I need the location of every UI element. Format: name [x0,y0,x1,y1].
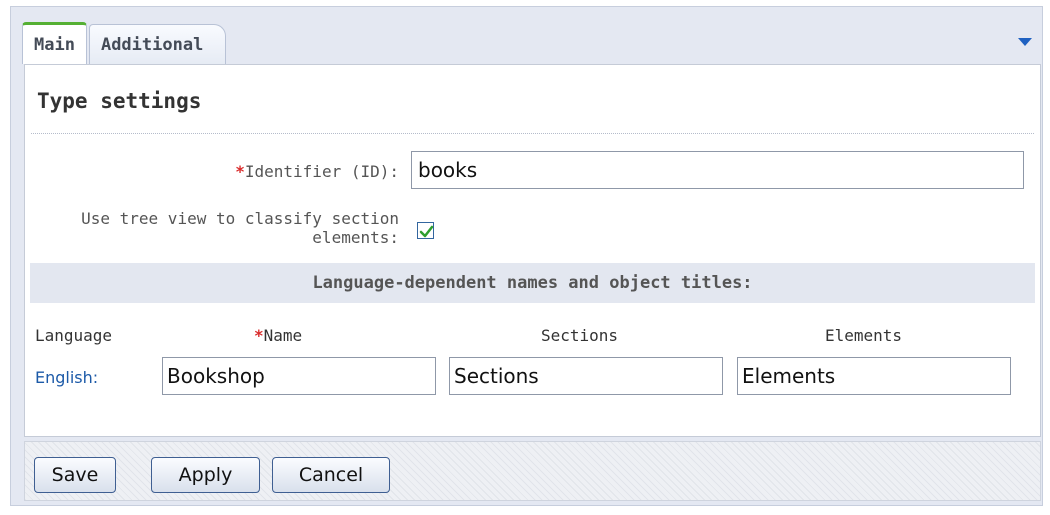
dotted-divider [31,133,1034,134]
apply-button[interactable]: Apply [151,457,260,493]
identifier-label: *Identifier (ID): [235,162,399,181]
language-link-english[interactable]: English: [35,368,98,387]
tree-view-label: Use tree view to classify section elemen… [81,209,399,247]
section-title: Type settings [37,89,202,113]
identifier-label-text: Identifier (ID): [244,162,399,181]
button-bar: Save Apply Cancel [24,441,1041,501]
column-sections: Sections [541,326,619,345]
tab-additional[interactable]: Additional [88,24,227,64]
tree-view-checkbox[interactable] [417,222,434,239]
tab-main[interactable]: Main [22,22,87,64]
tab-bar: Main Additional [22,18,227,64]
sections-input[interactable] [449,357,723,395]
elements-input[interactable] [737,357,1011,395]
column-name-text: Name [263,326,303,345]
main-panel: Type settings *Identifier (ID): Use tree… [24,64,1041,437]
required-marker: * [254,326,264,345]
column-language: Language [35,326,113,345]
check-icon [419,225,434,238]
identifier-input[interactable] [411,151,1024,189]
language-section-header: Language-dependent names and object titl… [30,263,1035,303]
cancel-button[interactable]: Cancel [272,457,390,493]
column-elements: Elements [825,326,903,345]
required-marker: * [235,162,245,181]
column-name: *Name [254,326,302,345]
chevron-down-icon[interactable] [1018,38,1032,46]
name-input[interactable] [162,357,436,395]
save-button[interactable]: Save [34,457,116,493]
